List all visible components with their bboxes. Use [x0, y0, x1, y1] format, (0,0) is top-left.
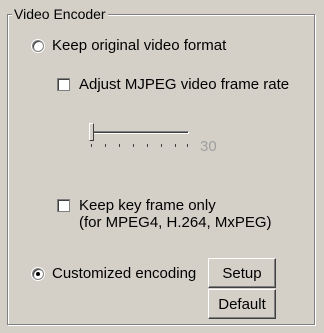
keep-key-frame-checkbox-row[interactable]: Keep key frame only (for MPEG4, H.264, M…: [57, 197, 272, 231]
keep-original-radio[interactable]: [32, 39, 44, 52]
adjust-mjpeg-checkbox-row[interactable]: Adjust MJPEG video frame rate: [57, 76, 289, 93]
default-button[interactable]: Default: [208, 289, 276, 319]
slider-track: [89, 131, 189, 134]
keep-key-frame-sublabel: (for MPEG4, H.264, MxPEG): [79, 214, 272, 231]
keep-original-label: Keep original video format: [52, 37, 227, 54]
customized-encoding-label: Customized encoding: [52, 265, 197, 282]
slider-tick: [175, 144, 176, 147]
adjust-mjpeg-checkbox[interactable]: [57, 78, 70, 91]
frame-rate-value: 30: [200, 138, 217, 155]
group-title: Video Encoder: [12, 5, 108, 23]
slider-thumb[interactable]: [89, 123, 94, 141]
keep-key-frame-checkbox[interactable]: [57, 199, 70, 212]
customized-encoding-radio-row[interactable]: Customized encoding: [32, 265, 196, 282]
slider-tick: [119, 144, 120, 147]
keep-original-radio-row[interactable]: Keep original video format: [32, 37, 226, 54]
keep-key-frame-label: Keep key frame only: [79, 197, 216, 214]
slider-tick: [147, 144, 148, 147]
customized-encoding-radio[interactable]: [32, 267, 44, 280]
slider-tick: [91, 144, 92, 147]
slider-tick: [161, 144, 162, 147]
slider-tick: [187, 144, 188, 147]
setup-button[interactable]: Setup: [208, 258, 276, 288]
adjust-mjpeg-label: Adjust MJPEG video frame rate: [79, 76, 290, 93]
slider-tick: [105, 144, 106, 147]
slider-tick: [133, 144, 134, 147]
frame-rate-slider[interactable]: [89, 120, 189, 160]
